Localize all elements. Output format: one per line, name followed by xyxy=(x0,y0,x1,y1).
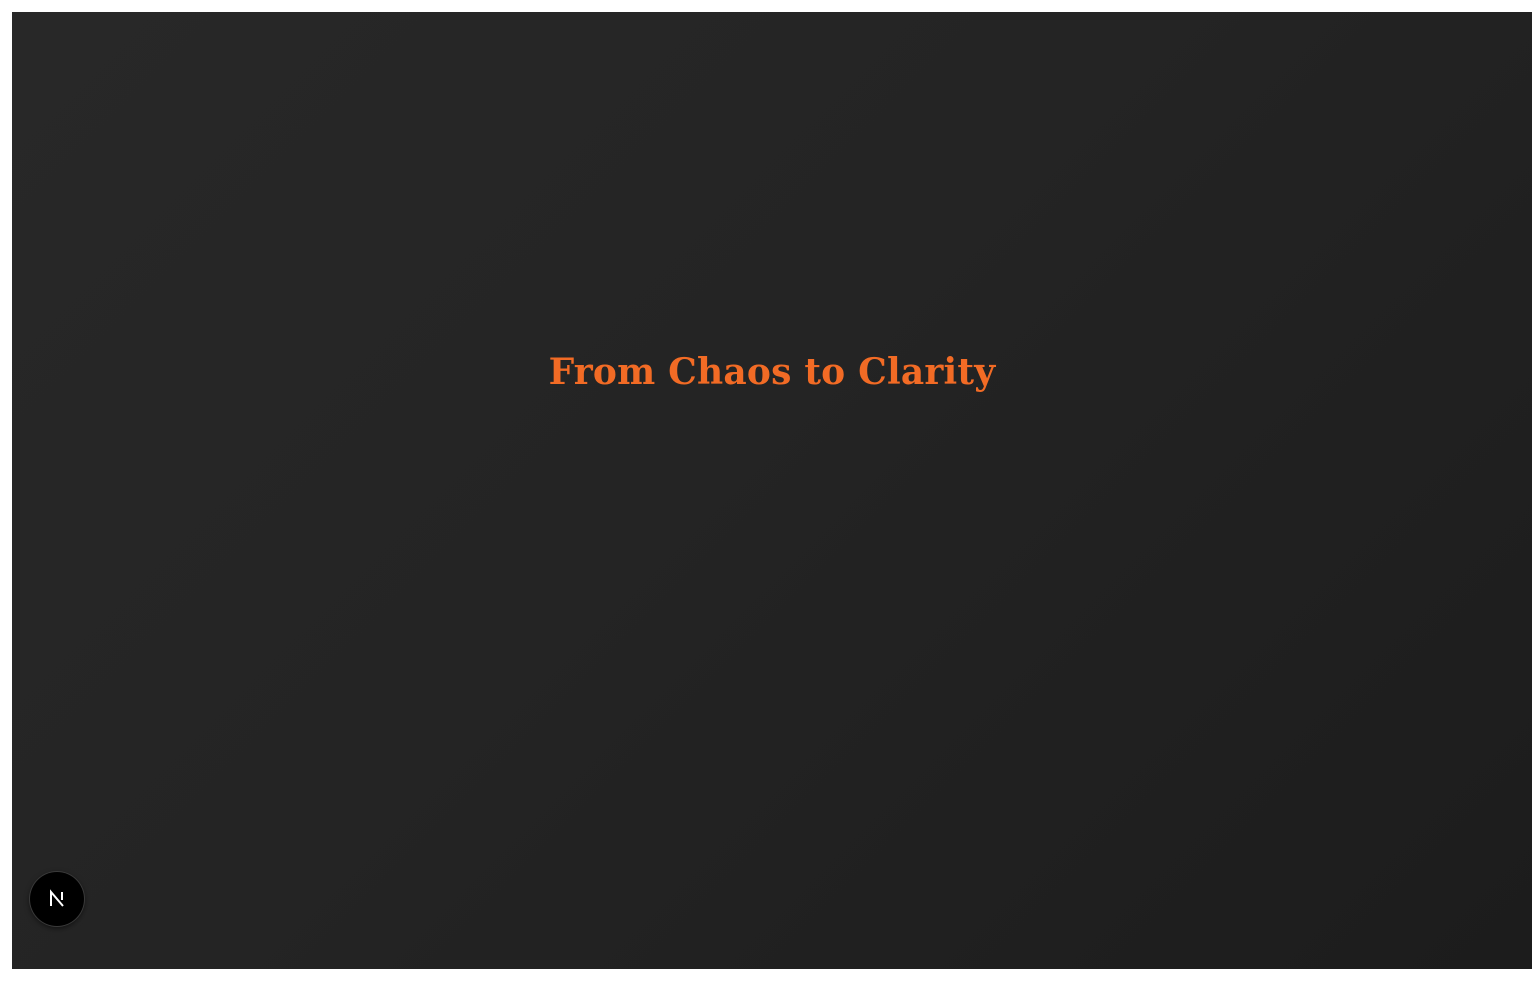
nextjs-logo-icon xyxy=(50,889,64,907)
page-headline: From Chaos to Clarity xyxy=(548,351,996,393)
nextjs-devtools-button[interactable] xyxy=(30,872,84,926)
page-viewport: From Chaos to Clarity xyxy=(12,12,1532,969)
